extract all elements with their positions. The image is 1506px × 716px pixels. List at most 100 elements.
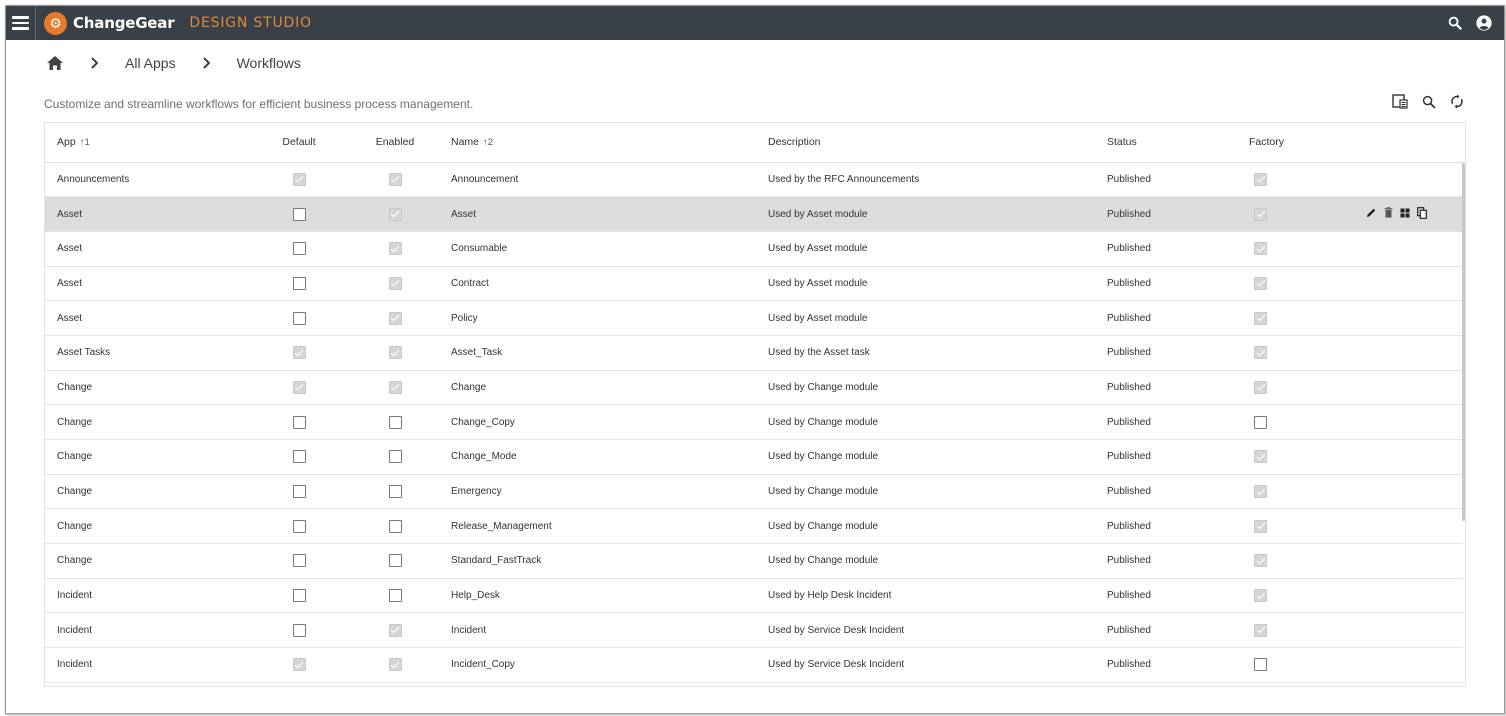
row-actions-cell	[1366, 370, 1463, 406]
search-icon[interactable]	[1448, 16, 1462, 30]
table-row[interactable]: Asset Contract Used by Asset module Publish…	[45, 266, 1463, 302]
enabled-checkbox[interactable]	[388, 485, 402, 499]
home-icon[interactable]	[46, 55, 64, 71]
default-checkbox[interactable]	[292, 554, 306, 568]
enabled-checkbox[interactable]	[388, 554, 402, 568]
enabled-cell	[353, 404, 437, 440]
table-row[interactable]: Announcements Announcement Used by the RFC…	[45, 162, 1463, 198]
enabled-checkbox[interactable]	[388, 519, 402, 533]
factory-cell	[1240, 508, 1366, 545]
copy-icon[interactable]	[1417, 206, 1427, 219]
factory-checkbox[interactable]	[1254, 589, 1267, 603]
table-row[interactable]: Change Release_Management Used by Change m…	[45, 508, 1463, 545]
description-cell: Used by Change module	[754, 474, 1093, 510]
default-checkbox[interactable]	[292, 276, 306, 290]
enabled-checkbox[interactable]	[388, 380, 402, 394]
search-icon[interactable]	[1422, 95, 1436, 109]
column-header-name[interactable]: Name ↑2	[437, 123, 754, 163]
default-checkbox[interactable]	[292, 519, 306, 533]
column-header-default[interactable]: Default	[245, 123, 353, 163]
name-cell: Emergency	[437, 474, 754, 510]
column-header-status[interactable]: Status	[1093, 123, 1240, 163]
default-checkbox[interactable]	[292, 658, 306, 672]
edit-icon[interactable]	[1366, 207, 1377, 218]
factory-checkbox[interactable]	[1254, 380, 1267, 394]
row-actions-cell	[1366, 300, 1463, 336]
status-cell: Published	[1093, 370, 1240, 406]
designer-icon[interactable]	[1400, 208, 1410, 218]
enabled-checkbox[interactable]	[388, 346, 402, 360]
default-cell	[245, 370, 353, 406]
default-checkbox[interactable]	[292, 311, 306, 325]
factory-checkbox[interactable]	[1254, 554, 1267, 568]
column-header-app[interactable]: App ↑1	[45, 123, 245, 163]
factory-cell	[1240, 231, 1366, 267]
user-account-icon[interactable]	[1476, 15, 1492, 31]
factory-checkbox[interactable]	[1254, 485, 1267, 499]
enabled-checkbox[interactable]	[388, 242, 402, 256]
factory-checkbox[interactable]	[1254, 519, 1267, 533]
factory-checkbox[interactable]	[1254, 415, 1267, 429]
refresh-icon[interactable]	[1450, 94, 1464, 109]
default-cell	[245, 647, 353, 683]
app-cell: Announcements	[45, 162, 245, 198]
table-row[interactable]: Incident Incident_Copy Used by Service Des…	[45, 647, 1463, 683]
table-row[interactable]: Asset Consumable Used by Asset module Publi…	[45, 231, 1463, 267]
default-checkbox[interactable]	[292, 589, 306, 603]
vertical-scrollbar[interactable]	[1462, 163, 1465, 521]
table-row[interactable]: Incident Incident Used by Service Desk Inc…	[45, 612, 1463, 649]
default-checkbox[interactable]	[292, 346, 306, 360]
factory-checkbox[interactable]	[1254, 450, 1267, 464]
factory-checkbox[interactable]	[1254, 172, 1267, 186]
enabled-checkbox[interactable]	[388, 207, 402, 221]
enabled-cell	[353, 508, 437, 545]
enabled-checkbox[interactable]	[388, 589, 402, 603]
factory-checkbox[interactable]	[1254, 311, 1267, 325]
row-actions-cell	[1366, 231, 1463, 267]
table-row[interactable]: Change Emergency Used by Change module Publ…	[45, 474, 1463, 510]
default-checkbox[interactable]	[292, 380, 306, 394]
default-checkbox[interactable]	[292, 207, 306, 221]
enabled-checkbox[interactable]	[388, 658, 402, 672]
column-header-factory[interactable]: Factory	[1240, 123, 1366, 163]
enabled-checkbox[interactable]	[388, 415, 402, 429]
table-row[interactable]: Change Standard_FastTrack Used by Change m…	[45, 543, 1463, 579]
breadcrumb-all-apps[interactable]: All Apps	[125, 55, 176, 71]
factory-checkbox[interactable]	[1254, 242, 1267, 256]
column-header-enabled[interactable]: Enabled	[353, 123, 437, 163]
status-cell: Published	[1093, 578, 1240, 614]
default-checkbox[interactable]	[292, 172, 306, 186]
enabled-checkbox[interactable]	[388, 311, 402, 325]
name-cell: Asset	[437, 196, 754, 232]
default-checkbox[interactable]	[292, 623, 306, 637]
status-cell: Published	[1093, 404, 1240, 440]
factory-checkbox[interactable]	[1254, 207, 1267, 221]
factory-checkbox[interactable]	[1254, 276, 1267, 290]
row-actions	[1366, 206, 1427, 219]
column-chooser-icon[interactable]	[1392, 94, 1408, 109]
table-row[interactable]: Change Change Used by Change module Publish…	[45, 370, 1463, 406]
table-row[interactable]: Change Change_Mode Used by Change module Pu…	[45, 439, 1463, 475]
table-row[interactable]: Asset Tasks Asset_Task Used by the Asset t…	[45, 335, 1463, 371]
default-checkbox[interactable]	[292, 485, 306, 499]
default-checkbox[interactable]	[292, 450, 306, 464]
default-cell	[245, 266, 353, 302]
table-row[interactable]: Asset Policy Used by Asset module Published	[45, 300, 1463, 336]
table-row[interactable]: Asset Asset Used by Asset module Published	[45, 196, 1463, 232]
logo-icon: ⚙	[44, 11, 67, 35]
enabled-checkbox[interactable]	[388, 450, 402, 464]
factory-checkbox[interactable]	[1254, 623, 1267, 637]
enabled-checkbox[interactable]	[388, 623, 402, 637]
table-row[interactable]: Change Change_Copy Used by Change module Pu…	[45, 404, 1463, 440]
description-cell: Used by Asset module	[754, 231, 1093, 267]
delete-icon[interactable]	[1384, 207, 1393, 218]
factory-checkbox[interactable]	[1254, 346, 1267, 360]
factory-checkbox[interactable]	[1254, 658, 1267, 672]
default-checkbox[interactable]	[292, 415, 306, 429]
menu-icon[interactable]	[6, 6, 36, 40]
column-header-description[interactable]: Description	[754, 123, 1093, 163]
enabled-checkbox[interactable]	[388, 172, 402, 186]
default-checkbox[interactable]	[292, 242, 306, 256]
enabled-checkbox[interactable]	[388, 276, 402, 290]
table-row[interactable]: Incident Help_Desk Used by Help Desk Incid…	[45, 578, 1463, 614]
